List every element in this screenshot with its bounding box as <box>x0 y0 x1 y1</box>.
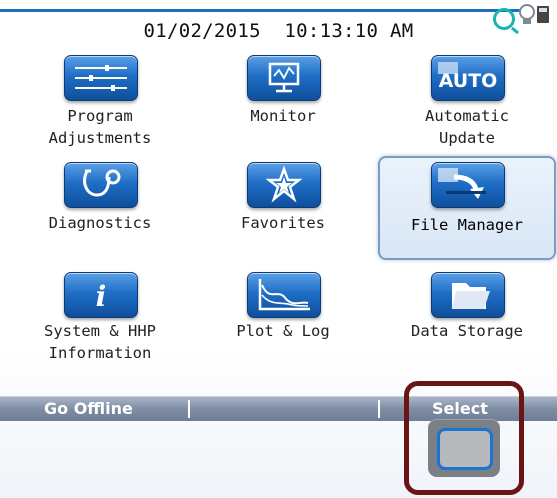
tile-label-line1: Automatic <box>425 107 509 125</box>
tile-data-storage[interactable]: Data Storage <box>382 272 552 370</box>
header-line <box>0 9 520 12</box>
sliders-icon <box>64 55 138 101</box>
tile-label-line1: Plot & Log <box>236 322 330 340</box>
stethoscope-icon <box>64 162 138 208</box>
tile-label-line2: Information <box>48 344 152 362</box>
info-icon: i <box>64 272 138 318</box>
auto-icon: AUTO <box>431 55 505 101</box>
auto-icon-text: AUTO <box>439 70 498 92</box>
tile-favorites[interactable]: Favorites <box>198 162 368 260</box>
calculator-icon <box>537 6 549 23</box>
time-text: 10:13:10 AM <box>284 20 414 42</box>
tile-diagnostics[interactable]: Diagnostics <box>15 162 185 260</box>
tile-label-line1: Monitor <box>250 107 316 125</box>
select-hardware-button[interactable] <box>428 419 500 477</box>
clock: 01/02/2015 10:13:10 AM <box>0 20 557 42</box>
file-transfer-icon <box>431 162 505 208</box>
tile-label-line2: Adjustments <box>48 129 152 147</box>
star-icon <box>247 162 321 208</box>
tile-plot-log[interactable]: Plot & Log <box>198 272 368 370</box>
tile-monitor[interactable]: Monitor <box>198 55 368 153</box>
tile-file-manager[interactable]: File Manager <box>378 156 556 260</box>
tile-label-line1: File Manager <box>411 216 523 234</box>
tile-label-line2: Update <box>439 129 495 147</box>
chart-icon <box>247 272 321 318</box>
folder-icon <box>431 272 505 318</box>
date-text: 01/02/2015 <box>143 20 261 42</box>
status-icons <box>493 2 553 30</box>
info-icon-text: i <box>96 280 107 313</box>
tile-label-line1: Diagnostics <box>48 214 152 232</box>
tile-label-line1: System & HHP <box>44 322 156 340</box>
device-screen: 01/02/2015 10:13:10 AM Program Adjustmen… <box>0 0 557 498</box>
softkey-divider <box>188 400 190 418</box>
select-hardware-button-face <box>437 428 493 470</box>
go-offline-softkey[interactable]: Go Offline <box>44 399 133 418</box>
lightbulb-icon <box>519 4 535 24</box>
tile-system-hhp-information[interactable]: i System & HHP Information <box>15 272 185 370</box>
tile-automatic-update[interactable]: AUTO Automatic Update <box>382 55 552 153</box>
tile-label-line1: Data Storage <box>411 322 523 340</box>
tile-label-line1: Program <box>67 107 133 125</box>
monitor-icon <box>247 55 321 101</box>
tile-label-line1: Favorites <box>241 214 325 232</box>
softkey-divider <box>378 400 380 418</box>
connection-status-icon <box>493 8 515 30</box>
header-bar: 01/02/2015 10:13:10 AM <box>0 0 557 48</box>
tile-program-adjustments[interactable]: Program Adjustments <box>15 55 185 153</box>
